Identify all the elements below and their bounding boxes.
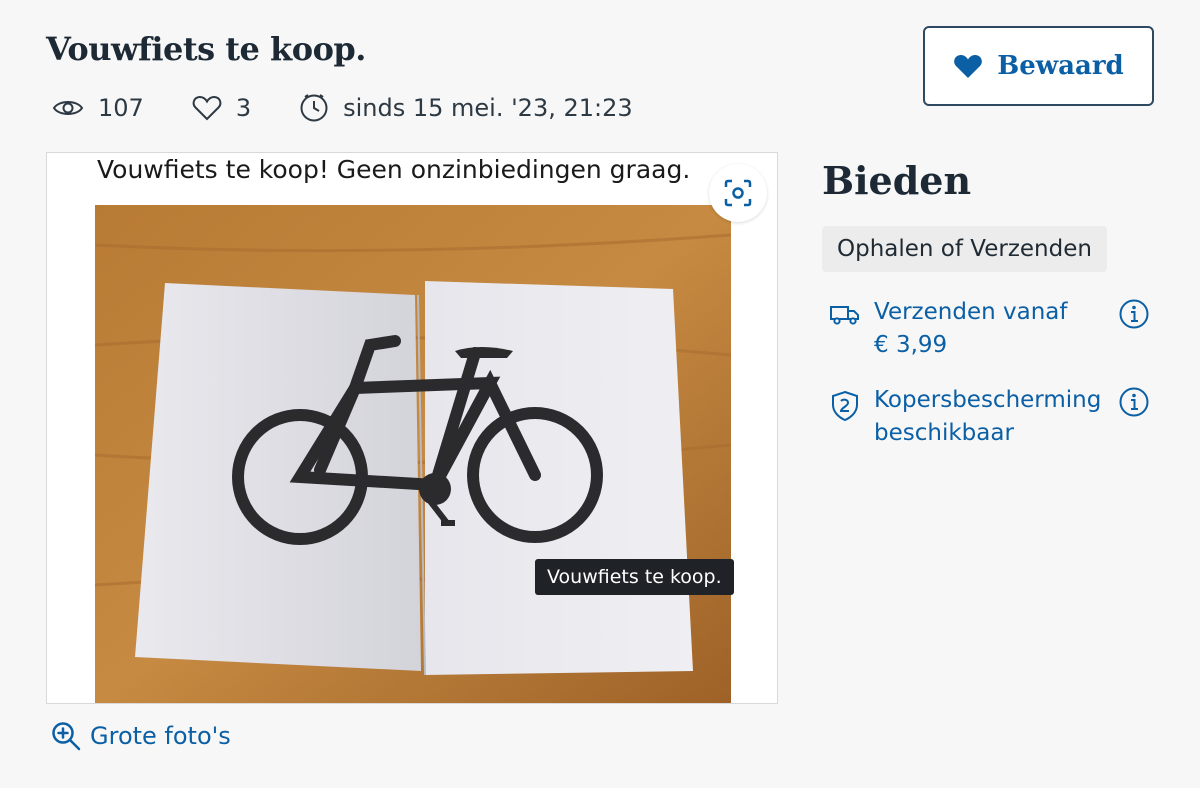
clock-icon (300, 94, 328, 122)
bicycle-photo (95, 205, 731, 703)
photo-caption: Vouwfiets te koop! Geen onzinbiedingen g… (97, 155, 691, 184)
info-icon[interactable] (1118, 298, 1150, 330)
listing-date: sinds 15 mei. '23, 21:23 (343, 94, 633, 122)
heart-filled-icon (954, 54, 983, 78)
date-stat: sinds 15 mei. '23, 21:23 (299, 93, 633, 123)
photo-tooltip: Vouwfiets te koop. (535, 559, 734, 595)
shipping-text: Verzenden vanaf € 3,99 (874, 296, 1114, 362)
truck-icon (830, 306, 859, 325)
delivery-badge: Ophalen of Verzenden (822, 226, 1107, 272)
bid-heading: Bieden (822, 158, 972, 203)
favorites-count: 3 (235, 94, 252, 122)
protection-text: Kopersbescherming beschikbaar (874, 384, 1114, 450)
protection-line-2: beschikbaar (874, 420, 1014, 446)
info-icon[interactable] (1118, 386, 1150, 418)
buyer-protection-info[interactable]: Kopersbescherming beschikbaar (828, 384, 1150, 450)
views-stat: 107 (52, 94, 144, 122)
shipping-info[interactable]: Verzenden vanaf € 3,99 (828, 296, 1150, 362)
protection-line-1: Kopersbescherming (874, 387, 1102, 413)
shipping-line-1: Verzenden vanaf (874, 299, 1068, 325)
favorites-stat: 3 (192, 94, 251, 122)
listing-photo[interactable]: Vouwfiets te koop! Geen onzinbiedingen g… (46, 152, 778, 704)
image-search-button[interactable] (709, 164, 767, 222)
listing-title: Vouwfiets te koop. (46, 30, 366, 68)
views-count: 107 (98, 94, 144, 122)
eye-icon (52, 101, 84, 115)
shipping-price: € 3,99 (874, 332, 948, 358)
big-photos-link[interactable]: Grote foto's (50, 720, 231, 752)
zoom-in-icon (52, 722, 81, 751)
save-button-label: Bewaard (997, 51, 1124, 81)
listing-stats: 107 3 sinds 15 mei. '23, 21:23 (52, 90, 681, 126)
save-button[interactable]: Bewaard (923, 26, 1154, 106)
shield-icon (832, 390, 858, 422)
heart-outline-icon (192, 95, 222, 121)
big-photos-label: Grote foto's (90, 722, 231, 750)
scan-icon (724, 179, 752, 207)
